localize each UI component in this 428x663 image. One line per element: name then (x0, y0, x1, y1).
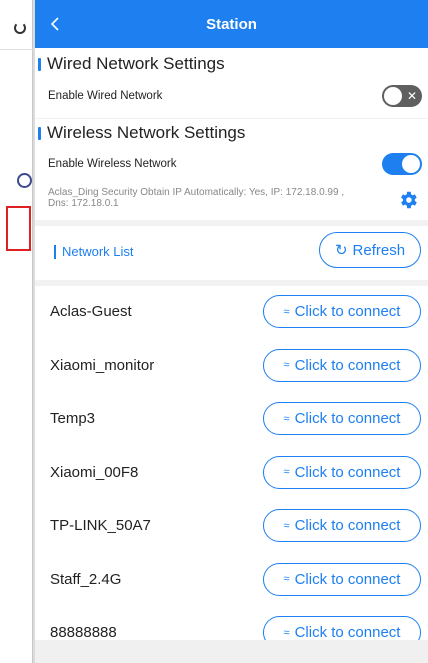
network-list-title: Network List (54, 244, 134, 259)
network-list-item: Temp3 ≈ Click to connect (35, 393, 428, 447)
network-list-item: Xiaomi_monitor ≈ Click to connect (35, 340, 428, 394)
connect-label: Click to connect (294, 624, 401, 640)
wireless-section: Wireless Network Settings Enable Wireles… (35, 119, 428, 220)
wifi-icon: ≈ (283, 519, 290, 532)
background-page (0, 0, 33, 663)
enable-wired-label: Enable Wired Network (48, 90, 163, 102)
network-name: Temp3 (50, 410, 96, 427)
refresh-button[interactable]: ↻ Refresh (319, 232, 421, 268)
wireless-status: Aclas_Ding Security Obtain IP Automatica… (48, 187, 344, 209)
wireless-section-title: Wireless Network Settings (47, 123, 246, 142)
network-name: Xiaomi_00F8 (50, 463, 139, 481)
network-name: Aclas-Guest (50, 303, 132, 320)
connect-button[interactable]: ≈ Click to connect (263, 455, 421, 489)
status-line-1: Aclas_Ding Security Obtain IP Automatica… (48, 187, 345, 198)
network-list-label: Network List (62, 244, 134, 259)
settings-button[interactable] (397, 189, 419, 211)
highlight-box (6, 206, 31, 251)
status-line-2: Dns: 172.18.0.1 (48, 198, 119, 209)
wired-section-title: Wired Network Settings (47, 54, 225, 73)
network-name: Staff_2.4G (50, 570, 122, 588)
wireless-toggle[interactable] (382, 153, 422, 175)
bottom-bar (35, 640, 428, 663)
back-button[interactable] (43, 10, 67, 38)
network-list-item: TP-LINK_50A7 ≈ Click to connect (35, 500, 428, 554)
wifi-icon: ≈ (283, 305, 290, 318)
network-list: Aclas-Guest ≈ Click to connect Xiaomi_monit… (35, 286, 428, 640)
chevron-left-icon (50, 17, 59, 31)
network-list-item: Aclas-Guest ≈ Click to connect (35, 286, 428, 340)
connect-button[interactable]: ≈ Click to connect (263, 348, 421, 382)
wifi-icon: ≈ (283, 573, 290, 585)
toggle-knob (402, 155, 420, 173)
refresh-icon (14, 22, 26, 34)
page-title: Station (206, 15, 257, 33)
connect-label: Click to connect (294, 356, 401, 374)
connect-button[interactable]: ≈ Click to connect (263, 402, 421, 435)
wired-section-header: Wired Network Settings (35, 54, 225, 74)
close-icon: ✕ (406, 89, 417, 103)
connect-button[interactable]: ≈ Click to connect (263, 562, 421, 596)
wifi-icon: ≈ (283, 466, 290, 478)
connect-label: Click to connect (294, 410, 401, 427)
toggle-knob (384, 87, 402, 105)
network-name: Xiaomi_monitor (50, 356, 155, 374)
section-marker (54, 244, 56, 259)
circle-icon (17, 173, 32, 188)
network-list-item: Xiaomi_00F8 ≈ Click to connect (35, 447, 428, 501)
wired-section: Wired Network Settings Enable Wired Netw… (35, 48, 428, 118)
wifi-icon: ≈ (283, 412, 290, 425)
wired-toggle[interactable]: ✕ (382, 85, 422, 107)
connect-label: Click to connect (294, 303, 401, 320)
connect-button[interactable]: ≈ Click to connect (263, 616, 421, 640)
network-list-header: Network List ↻ Refresh (35, 226, 428, 280)
wifi-icon: ≈ (283, 626, 290, 639)
station-panel: Station Wired Network Settings Enable Wi… (35, 0, 428, 663)
title-bar: Station (35, 0, 428, 48)
refresh-icon: ↻ (334, 242, 348, 259)
network-list-item: 88888888 ≈ Click to connect (35, 607, 428, 640)
wireless-section-header: Wireless Network Settings (35, 123, 245, 143)
gear-icon (401, 191, 417, 209)
connect-label: Click to connect (294, 463, 401, 481)
refresh-label: Refresh (352, 241, 406, 259)
connect-label: Click to connect (294, 570, 401, 588)
network-name: TP-LINK_50A7 (50, 517, 151, 534)
enable-wireless-label: Enable Wireless Network (48, 158, 177, 170)
wifi-icon: ≈ (283, 359, 290, 371)
network-name: 88888888 (50, 624, 117, 640)
connect-button[interactable]: ≈ Click to connect (263, 509, 421, 542)
section-marker (38, 126, 41, 140)
connect-label: Click to connect (294, 517, 401, 534)
section-marker (38, 57, 41, 71)
network-list-item: Staff_2.4G ≈ Click to connect (35, 554, 428, 608)
connect-button[interactable]: ≈ Click to connect (263, 295, 421, 328)
